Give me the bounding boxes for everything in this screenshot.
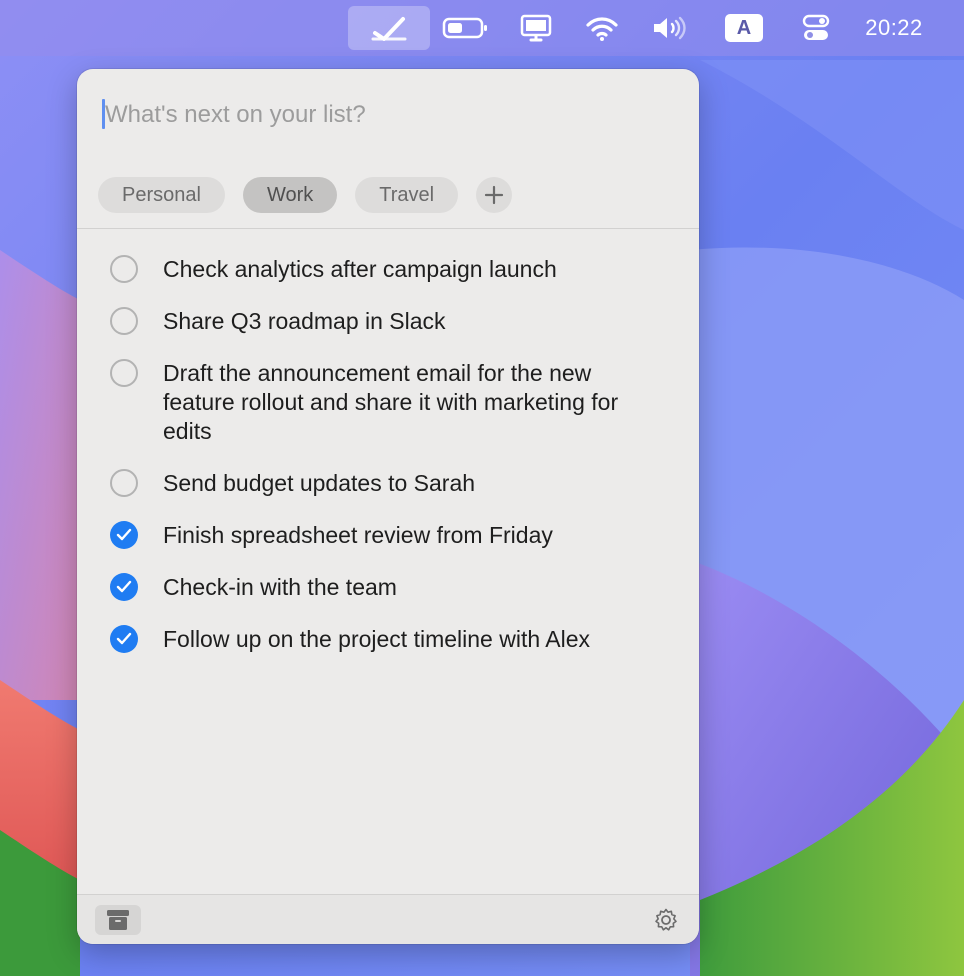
task-text[interactable]: Check-in with the team — [163, 573, 663, 602]
wifi-icon — [586, 17, 618, 41]
archive-icon — [107, 910, 129, 930]
add-list-button[interactable] — [476, 177, 513, 213]
checkmark-app-icon — [371, 17, 407, 41]
list-item: Share Q3 roadmap in Slack — [110, 307, 670, 336]
list-item: Check analytics after campaign launch — [110, 255, 670, 284]
todo-popover: Personal Work Travel Check analytics aft… — [77, 69, 699, 944]
checkmark-icon — [116, 580, 132, 593]
text-caret — [102, 99, 105, 129]
list-item: Draft the announcement email for the new… — [110, 359, 670, 446]
tab-work[interactable]: Work — [242, 177, 338, 213]
task-text[interactable]: Finish spreadsheet review from Friday — [163, 521, 663, 550]
list-item: Check-in with the team — [110, 573, 670, 602]
volume-menu[interactable] — [646, 6, 694, 50]
list-item: Send budget updates to Sarah — [110, 469, 670, 498]
task-list: Check analytics after campaign launch Sh… — [110, 255, 670, 677]
volume-icon — [654, 16, 686, 40]
control-center-menu[interactable] — [796, 6, 836, 50]
gear-icon — [655, 908, 677, 931]
tab-personal[interactable]: Personal — [98, 177, 225, 213]
popover-footer — [77, 895, 699, 944]
task-checkbox-checked[interactable] — [110, 521, 138, 549]
input-source-icon: A — [725, 14, 763, 42]
checklist-app-menu[interactable] — [348, 6, 430, 50]
task-text[interactable]: Share Q3 roadmap in Slack — [163, 307, 663, 336]
wifi-menu[interactable] — [580, 6, 624, 50]
task-text[interactable]: Send budget updates to Sarah — [163, 469, 663, 498]
task-checkbox[interactable] — [110, 469, 138, 497]
input-source-menu[interactable]: A — [722, 6, 766, 50]
list-tabs: Personal Work Travel — [98, 177, 513, 213]
checkmark-icon — [116, 632, 132, 645]
task-text[interactable]: Follow up on the project timeline with A… — [163, 625, 663, 654]
task-text[interactable]: Check analytics after campaign launch — [163, 255, 663, 284]
settings-button[interactable] — [649, 905, 683, 935]
list-item: Finish spreadsheet review from Friday — [110, 521, 670, 550]
task-checkbox-checked[interactable] — [110, 625, 138, 653]
desktop: A 20:22 Personal Work Travel — [0, 0, 964, 976]
menu-bar-clock[interactable]: 20:22 — [854, 6, 934, 50]
tab-travel[interactable]: Travel — [355, 177, 459, 213]
checkmark-icon — [116, 528, 132, 541]
control-center-icon — [802, 14, 830, 40]
header-divider — [77, 228, 699, 229]
task-text[interactable]: Draft the announcement email for the new… — [163, 359, 663, 446]
battery-menu[interactable] — [440, 6, 490, 50]
task-checkbox[interactable] — [110, 359, 138, 387]
display-menu[interactable] — [514, 6, 558, 50]
new-task-input[interactable] — [101, 95, 665, 135]
task-checkbox[interactable] — [110, 255, 138, 283]
menu-bar: A 20:22 — [0, 0, 964, 56]
archive-button[interactable] — [95, 905, 141, 935]
display-icon — [520, 14, 552, 42]
task-checkbox-checked[interactable] — [110, 573, 138, 601]
plus-icon — [484, 185, 504, 205]
task-checkbox[interactable] — [110, 307, 138, 335]
list-item: Follow up on the project timeline with A… — [110, 625, 670, 654]
battery-icon — [442, 17, 487, 39]
